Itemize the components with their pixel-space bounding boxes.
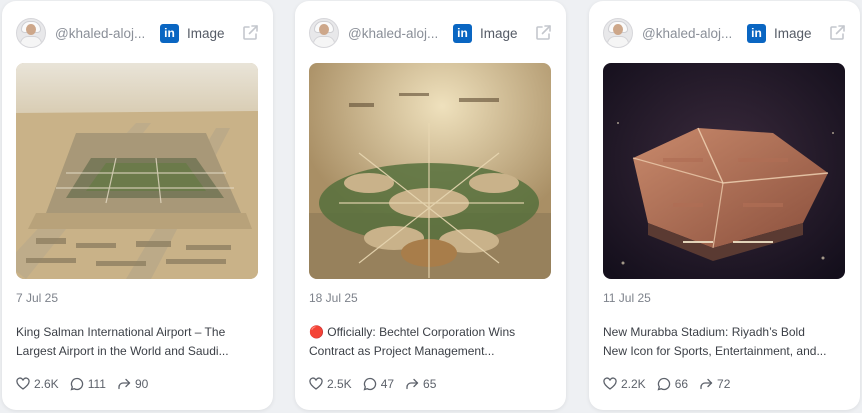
post-text[interactable]: King Salman International Airport – The … — [16, 323, 261, 361]
engagement-stats: 2.5K 47 65 — [309, 377, 447, 391]
comments-stat: 111 — [70, 377, 106, 391]
comments-count: 111 — [87, 377, 106, 391]
author-handle[interactable]: @khaled-aloj... — [55, 26, 153, 41]
post-date: 18 Jul 25 — [309, 291, 358, 305]
likes-count: 2.5K — [327, 377, 352, 391]
post-type-label: Image — [480, 25, 518, 41]
share-icon — [700, 378, 713, 390]
likes-stat: 2.5K — [309, 377, 352, 391]
shares-count: 90 — [134, 377, 149, 391]
comments-stat: 47 — [363, 377, 394, 391]
linkedin-icon: in — [453, 23, 472, 43]
post-card[interactable]: @khaled-aloj... in Image — [295, 1, 566, 410]
comment-icon — [657, 377, 670, 391]
avatar[interactable] — [603, 18, 633, 48]
post-image[interactable] — [16, 63, 258, 279]
engagement-stats: 2.6K 111 90 — [16, 377, 159, 391]
shares-count: 72 — [717, 377, 731, 391]
comment-icon — [70, 377, 83, 391]
post-text-line: New Icon for Sports, Entertainment, and.… — [603, 344, 827, 358]
post-text-line: 🔴 Officially: Bechtel Corporation Wins — [309, 325, 516, 339]
heart-icon — [309, 377, 323, 390]
shares-count: 65 — [423, 377, 437, 391]
heart-icon — [603, 377, 617, 390]
post-card[interactable]: @khaled-aloj... in Image — [2, 1, 273, 410]
likes-stat: 2.2K — [603, 377, 646, 391]
avatar[interactable] — [309, 18, 339, 48]
post-type-label: Image — [187, 25, 225, 41]
shares-stat: 65 — [405, 377, 436, 391]
shares-stat: 90 — [117, 377, 148, 391]
author-handle[interactable]: @khaled-aloj... — [642, 26, 740, 41]
post-text-line: Contract as Project Management... — [309, 344, 495, 358]
linkedin-icon: in — [747, 23, 766, 43]
post-text[interactable]: New Murabba Stadium: Riyadh’s Bold New I… — [603, 323, 848, 361]
shares-stat: 72 — [699, 377, 730, 391]
likes-count: 2.6K — [34, 377, 59, 391]
comment-icon — [363, 377, 376, 391]
post-text-line: King Salman International Airport – The — [16, 325, 226, 339]
post-text[interactable]: 🔴 Officially: Bechtel Corporation Wins C… — [309, 323, 554, 361]
author-handle[interactable]: @khaled-aloj... — [348, 26, 446, 41]
external-link-icon[interactable] — [241, 24, 259, 42]
card-header: @khaled-aloj... in Image — [16, 18, 259, 48]
comments-stat: 66 — [657, 377, 688, 391]
linkedin-icon: in — [160, 23, 179, 43]
heart-icon — [16, 377, 30, 390]
card-header: @khaled-aloj... in Image — [309, 18, 552, 48]
post-card[interactable]: @khaled-aloj... in Image — [589, 1, 860, 410]
card-header: @khaled-aloj... in Image — [603, 18, 846, 48]
post-image[interactable] — [603, 63, 845, 279]
engagement-stats: 2.2K 66 72 — [603, 377, 741, 391]
external-link-icon[interactable] — [828, 24, 846, 42]
share-icon — [406, 378, 419, 390]
share-icon — [118, 378, 131, 390]
post-date: 7 Jul 25 — [16, 291, 59, 305]
avatar[interactable] — [16, 18, 46, 48]
post-date: 11 Jul 25 — [603, 291, 651, 305]
post-type-label: Image — [774, 25, 812, 41]
post-text-line: Largest Airport in the World and Saudi..… — [16, 344, 229, 358]
post-image[interactable] — [309, 63, 551, 279]
external-link-icon[interactable] — [534, 24, 552, 42]
likes-stat: 2.6K — [16, 377, 59, 391]
post-text-line: New Murabba Stadium: Riyadh’s Bold — [603, 325, 805, 339]
comments-count: 66 — [674, 377, 689, 391]
comments-count: 47 — [380, 377, 395, 391]
likes-count: 2.2K — [621, 377, 646, 391]
